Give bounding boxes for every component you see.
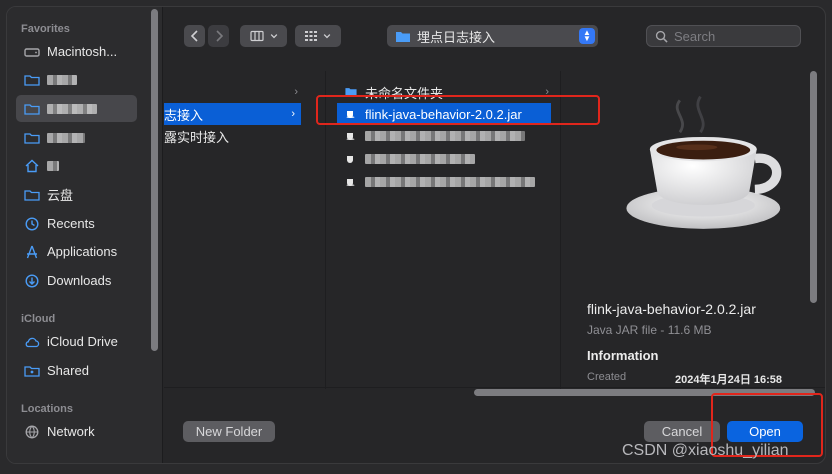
java-cup-icon (345, 130, 357, 142)
download-icon (23, 273, 40, 288)
sidebar-item-label: Network (47, 424, 95, 439)
sidebar-item-cloud-disk[interactable]: 云盘 (16, 181, 137, 208)
chevron-right-icon: › (294, 86, 298, 98)
sidebar-item-applications[interactable]: Applications (16, 238, 137, 265)
list-item-selected[interactable]: 志接入 › (164, 103, 301, 125)
up-down-chevron-icon: ▲ ▼ (579, 28, 595, 44)
sidebar-item-recents[interactable]: Recents (16, 210, 137, 237)
back-button[interactable] (184, 25, 205, 47)
path-label: 埋点日志接入 (417, 29, 496, 45)
sidebar-section-favorites: Favorites (21, 23, 70, 35)
search-icon (655, 30, 668, 43)
cancel-button[interactable]: Cancel (644, 421, 720, 442)
preview-info-title: Information (587, 348, 659, 363)
grid-icon (305, 31, 317, 41)
sidebar-item-folder-3[interactable] (16, 124, 137, 151)
cloud-icon (23, 335, 40, 349)
folder-icon (23, 102, 40, 116)
java-cup-icon (345, 153, 357, 165)
chevron-right-icon: › (291, 108, 295, 120)
hard-drive-icon (23, 45, 40, 59)
list-item[interactable] (337, 148, 555, 170)
preview-file-name: flink-java-behavior-2.0.2.jar (587, 301, 756, 317)
highlight-box-file (316, 95, 600, 125)
globe-icon (23, 425, 40, 439)
clock-icon (23, 216, 40, 231)
sidebar-item-icloud-drive[interactable]: iCloud Drive (16, 328, 137, 355)
java-coffee-cup-icon (626, 95, 782, 229)
chevron-down-icon (270, 34, 277, 39)
sidebar-section-icloud: iCloud (21, 313, 56, 325)
redacted-label (47, 103, 97, 114)
shared-folder-icon (23, 364, 40, 378)
sidebar-item-label: Recents (47, 216, 95, 231)
list-item[interactable]: 露实时接入 (164, 125, 304, 147)
preview-scrollbar[interactable] (810, 71, 817, 303)
view-mode-button[interactable] (240, 25, 287, 47)
list-item[interactable] (337, 171, 555, 193)
applications-icon (23, 245, 40, 259)
java-cup-icon (345, 176, 357, 188)
search-field[interactable] (646, 25, 801, 47)
sidebar-section-locations: Locations (21, 403, 73, 415)
redacted-label (47, 74, 77, 85)
list-item[interactable] (337, 125, 555, 147)
folder-label: 露实时接入 (164, 129, 230, 145)
sidebar-item-label: Downloads (47, 273, 112, 288)
folder-icon (395, 30, 411, 43)
sidebar-item-shared[interactable]: Shared (16, 357, 137, 384)
group-button[interactable] (295, 25, 341, 47)
folder-label: 志接入 (164, 107, 204, 123)
sidebar-item-folder-2[interactable] (16, 95, 137, 122)
forward-button[interactable] (208, 25, 229, 47)
sidebar-item-home[interactable] (16, 152, 137, 179)
sidebar-item-macintosh[interactable]: Macintosh... (16, 38, 137, 65)
sidebar-item-label: Macintosh... (47, 44, 118, 59)
redacted-label (47, 160, 59, 171)
new-folder-button[interactable]: New Folder (183, 421, 275, 442)
sidebar-item-downloads[interactable]: Downloads (16, 267, 137, 294)
watermark: CSDN @xiaoshu_yilian (622, 442, 789, 459)
sidebar-item-network[interactable]: Network (16, 418, 137, 445)
chevron-down-icon (323, 34, 331, 39)
redacted-label (365, 154, 475, 164)
sidebar-item-label: Applications (47, 244, 118, 259)
divider (164, 387, 825, 388)
folder-icon (23, 73, 40, 87)
chevron-left-icon (190, 30, 198, 42)
columns-view-icon (249, 30, 264, 42)
preview-created-value: 2024年1月24日 16:58 (675, 374, 783, 386)
redacted-label (47, 132, 85, 143)
parent-column: › 志接入 › 露实时接入 (164, 71, 304, 389)
preview-pane: flink-java-behavior-2.0.2.jar Java JAR f… (567, 71, 807, 391)
preview-created-label: Created (587, 371, 627, 383)
folder-icon (23, 188, 40, 202)
path-popup[interactable]: 埋点日志接入 ▲ ▼ (387, 25, 598, 47)
sidebar-scrollbar[interactable] (151, 9, 158, 351)
redacted-label (365, 177, 535, 187)
redacted-label (365, 131, 525, 141)
preview-file-kind: Java JAR file - 11.6 MB (587, 323, 712, 337)
sidebar-item-label: iCloud Drive (47, 334, 118, 349)
folder-icon (23, 131, 40, 145)
open-file-dialog: Favorites Macintosh... 云盘 Recents Applic… (6, 6, 826, 464)
search-input[interactable] (674, 28, 794, 44)
sidebar-item-folder-1[interactable] (16, 66, 137, 93)
sidebar: Favorites Macintosh... 云盘 Recents Applic… (7, 7, 163, 463)
list-item[interactable]: › (164, 81, 304, 103)
sidebar-item-label: Shared (47, 363, 89, 378)
chevron-right-icon (215, 30, 223, 42)
toolbar: 埋点日志接入 ▲ ▼ (164, 7, 825, 63)
sidebar-item-label: 云盘 (47, 188, 74, 203)
home-icon (23, 159, 40, 173)
